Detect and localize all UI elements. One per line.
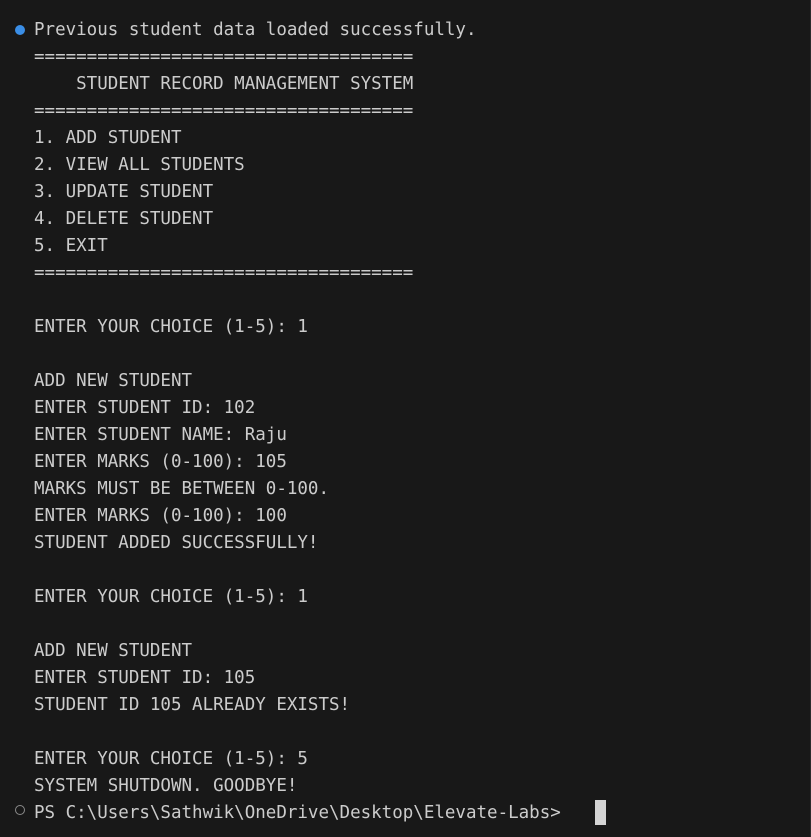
terminal-line: 1. ADD STUDENT — [34, 128, 182, 148]
terminal-line: SYSTEM SHUTDOWN. GOODBYE! — [34, 776, 298, 796]
terminal-line: 2. VIEW ALL STUDENTS — [34, 155, 245, 175]
terminal-line: ENTER MARKS (0-100): 105 — [34, 452, 287, 472]
terminal-line: ENTER YOUR CHOICE (1-5): 5 — [34, 749, 308, 769]
terminal-line: 5. EXIT — [34, 236, 108, 256]
terminal-line: ADD NEW STUDENT — [34, 371, 193, 391]
terminal-line: Previous student data loaded successfull… — [34, 20, 477, 40]
command-success-icon[interactable] — [15, 25, 25, 35]
terminal-line: 3. UPDATE STUDENT — [34, 182, 214, 202]
terminal-line: ENTER YOUR CHOICE (1-5): 1 — [34, 587, 308, 607]
terminal-line: ADD NEW STUDENT — [34, 641, 193, 661]
terminal-line: ==================================== — [34, 101, 414, 121]
terminal-line: MARKS MUST BE BETWEEN 0-100. — [34, 479, 330, 499]
terminal-line: 4. DELETE STUDENT — [34, 209, 214, 229]
terminal-line: STUDENT RECORD MANAGEMENT SYSTEM — [34, 74, 414, 94]
terminal-line: ENTER STUDENT ID: 105 — [34, 668, 256, 688]
command-default-icon[interactable] — [15, 805, 25, 815]
terminal-prompt[interactable]: PS C:\Users\Sathwik\OneDrive\Desktop\Ele… — [34, 800, 571, 827]
terminal-line: ENTER STUDENT NAME: Raju — [34, 425, 287, 445]
terminal-panel[interactable]: Previous student data loaded successfull… — [0, 0, 811, 837]
terminal-line: ENTER YOUR CHOICE (1-5): 1 — [34, 317, 308, 337]
text-cursor — [595, 800, 606, 825]
terminal-line: ENTER MARKS (0-100): 100 — [34, 506, 287, 526]
terminal-line: ENTER STUDENT ID: 102 — [34, 398, 256, 418]
terminal-line: ==================================== — [34, 263, 414, 283]
terminal-line: STUDENT ID 105 ALREADY EXISTS! — [34, 695, 351, 715]
terminal-line: ==================================== — [34, 47, 414, 67]
terminal-line: STUDENT ADDED SUCCESSFULLY! — [34, 533, 319, 553]
